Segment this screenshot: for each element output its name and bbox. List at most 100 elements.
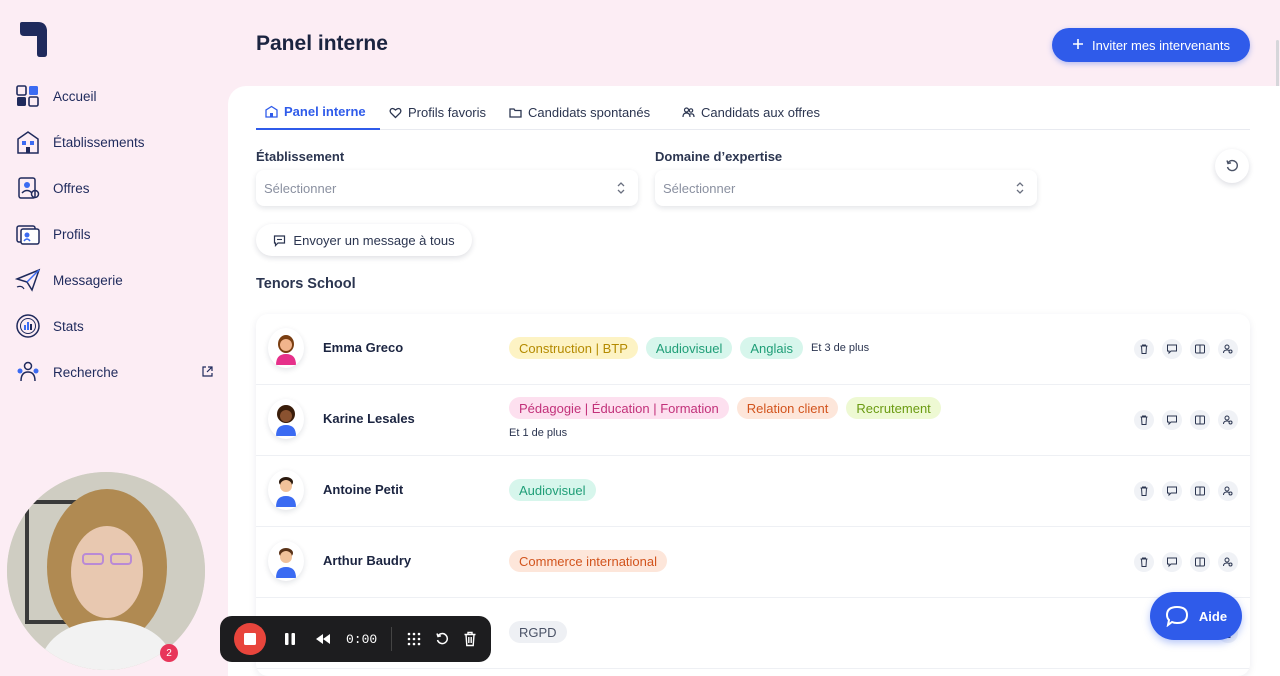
- trash-icon: [1140, 557, 1148, 567]
- sidebar-item-label: Offres: [53, 180, 90, 196]
- users-icon: [682, 106, 695, 117]
- tag-badge: Anglais: [740, 337, 804, 359]
- avatar: [268, 399, 304, 439]
- view-profile-button[interactable]: [1190, 410, 1210, 430]
- tag-badge: Recrutement: [846, 397, 941, 419]
- domaine-select[interactable]: Sélectionner: [655, 170, 1037, 206]
- tab-candidats-aux-offres[interactable]: Candidats aux offres: [682, 94, 820, 130]
- expertise-tags: RGPD: [509, 621, 567, 643]
- user-search-button[interactable]: [1218, 481, 1238, 501]
- message-button[interactable]: [1162, 339, 1182, 359]
- expertise-tags: Audiovisuel: [509, 479, 596, 501]
- plus-icon: [1072, 38, 1084, 53]
- user-search-button[interactable]: [1218, 410, 1238, 430]
- send-message-all-button[interactable]: Envoyer un message à tous: [256, 224, 472, 256]
- tag-badge: RGPD: [509, 621, 567, 643]
- external-link-icon: [201, 365, 214, 378]
- person-name[interactable]: Antoine Petit: [323, 482, 403, 497]
- stop-recording-button[interactable]: [234, 623, 266, 655]
- user-search-icon: [1223, 415, 1233, 425]
- user-search-button[interactable]: [1218, 339, 1238, 359]
- row-actions: [1134, 481, 1238, 501]
- building-small-icon: [265, 105, 278, 118]
- chat-icon: [1167, 344, 1177, 355]
- help-button[interactable]: Aide: [1150, 592, 1242, 640]
- tab-label: Profils favoris: [408, 104, 487, 120]
- building-icon: [14, 128, 42, 156]
- chat-icon: [1167, 557, 1177, 568]
- sidebar-item-label: Établissements: [53, 134, 145, 150]
- trash-icon: [464, 631, 476, 647]
- app-logo[interactable]: [18, 20, 50, 58]
- recording-toolbar: 0:00: [220, 616, 491, 662]
- delete-button[interactable]: [1134, 552, 1154, 572]
- select-placeholder: Sélectionner: [264, 180, 337, 196]
- sidebar-item-recherche[interactable]: Recherche: [14, 357, 218, 387]
- sidebar-item-label: Messagerie: [53, 272, 123, 288]
- tab-label: Candidats spontanés: [528, 104, 651, 120]
- section-title: Tenors School: [256, 276, 356, 292]
- etablissement-label: Établissement: [256, 149, 345, 164]
- people-search-icon: [14, 358, 42, 386]
- table-row[interactable]: Antoine Petit Audiovisuel: [256, 456, 1250, 527]
- restart-button[interactable]: [434, 624, 450, 654]
- sidebar-item-offres[interactable]: Offres: [14, 173, 218, 203]
- rewind-button[interactable]: [312, 624, 334, 654]
- grid-button[interactable]: [406, 624, 422, 654]
- view-profile-button[interactable]: [1190, 481, 1210, 501]
- sidebar-item-etablissements[interactable]: Établissements: [14, 127, 218, 157]
- user-search-button[interactable]: [1218, 552, 1238, 572]
- sidebar-item-profils[interactable]: Profils: [14, 219, 218, 249]
- chevron-updown-icon: [617, 182, 625, 194]
- heart-icon: [389, 107, 402, 118]
- more-tags-count: Et 3 de plus: [811, 342, 870, 354]
- delete-button[interactable]: [1134, 481, 1154, 501]
- view-profile-button[interactable]: [1190, 339, 1210, 359]
- delete-button[interactable]: [1134, 339, 1154, 359]
- panel-icon: [1195, 486, 1205, 496]
- sidebar-item-label: Profils: [53, 226, 91, 242]
- chat-bubble-icon: [274, 234, 286, 247]
- chat-icon: [1167, 486, 1177, 497]
- delete-button[interactable]: [1134, 410, 1154, 430]
- expertise-tags: Construction | BTP Audiovisuel Anglais E…: [509, 337, 869, 359]
- tab-panel-interne[interactable]: Panel interne: [256, 94, 380, 130]
- table-row[interactable]: Arthur Baudry Commerce international: [256, 527, 1250, 598]
- panel-icon: [1195, 557, 1205, 567]
- sidebar-item-accueil[interactable]: Accueil: [14, 81, 218, 111]
- tab-label: Panel interne: [284, 103, 366, 119]
- table-row[interactable]: Karine Lesales Pédagogie | Éducation | F…: [256, 385, 1250, 456]
- person-name[interactable]: Emma Greco: [323, 340, 403, 355]
- domaine-label: Domaine d’expertise: [655, 149, 783, 164]
- person-name[interactable]: Karine Lesales: [323, 411, 415, 426]
- tab-profils-favoris[interactable]: Profils favoris: [389, 94, 486, 130]
- tab-candidats-spontanes[interactable]: Candidats spontanés: [509, 94, 650, 130]
- message-button[interactable]: [1162, 552, 1182, 572]
- person-name[interactable]: Arthur Baudry: [323, 553, 411, 568]
- discard-recording-button[interactable]: [462, 624, 478, 654]
- view-profile-button[interactable]: [1190, 552, 1210, 572]
- chat-icon: [1167, 415, 1177, 426]
- sidebar-item-label: Accueil: [53, 88, 97, 104]
- trash-icon: [1140, 344, 1148, 354]
- stats-icon: [14, 312, 42, 340]
- invite-intervenants-button[interactable]: Inviter mes intervenants: [1052, 28, 1250, 62]
- message-button[interactable]: [1162, 410, 1182, 430]
- home-grid-icon: [14, 82, 42, 110]
- profiles-icon: [14, 220, 42, 248]
- sidebar-item-messagerie[interactable]: Messagerie: [14, 265, 218, 295]
- etablissement-select[interactable]: Sélectionner: [256, 170, 638, 206]
- toolbar-divider: [391, 627, 393, 651]
- notification-badge[interactable]: 2: [160, 644, 178, 662]
- panel-icon: [1195, 344, 1205, 354]
- reset-filters-button[interactable]: [1215, 149, 1249, 183]
- tag-badge: Relation client: [736, 397, 839, 419]
- row-actions: [1134, 410, 1238, 430]
- message-button[interactable]: [1162, 481, 1182, 501]
- expertise-tags: Pédagogie | Éducation | Formation Relati…: [509, 397, 941, 419]
- sidebar-item-stats[interactable]: Stats: [14, 311, 218, 341]
- pause-button[interactable]: [280, 624, 300, 654]
- table-row[interactable]: Emma Greco Construction | BTP Audiovisue…: [256, 314, 1250, 385]
- user-search-icon: [1223, 486, 1233, 496]
- page-title: Panel interne: [256, 32, 388, 55]
